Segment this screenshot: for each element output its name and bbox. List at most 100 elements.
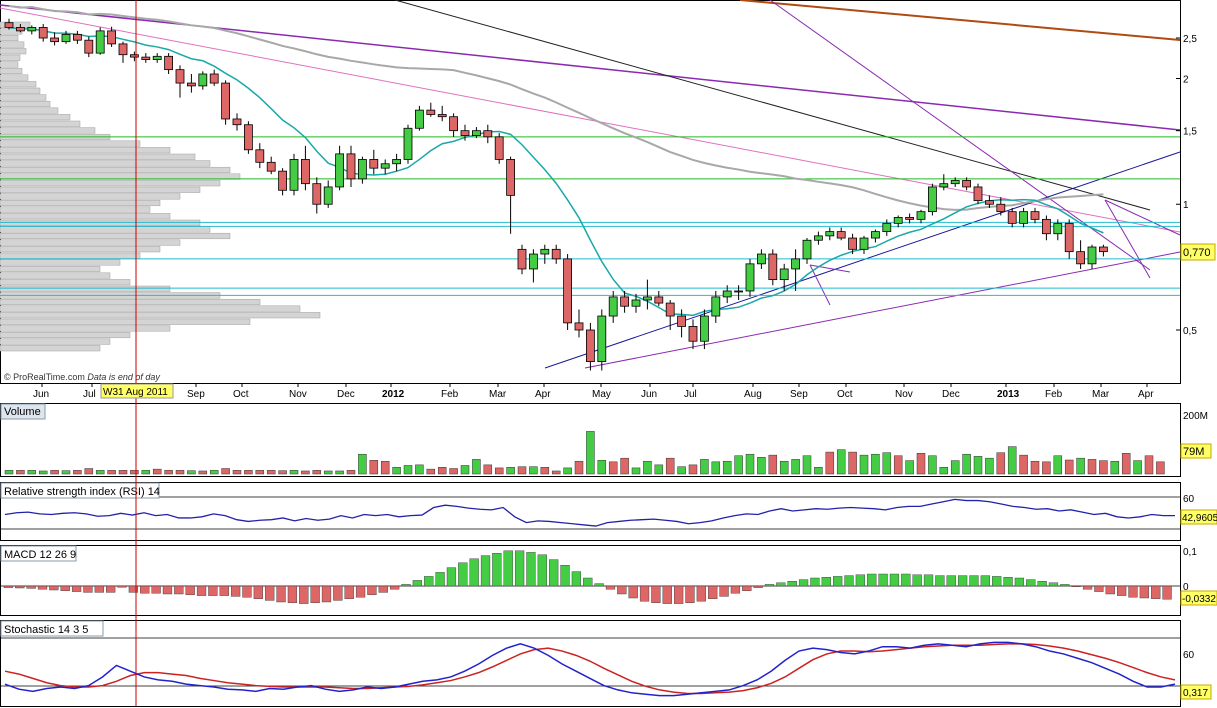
volume-axis-tick: 200M xyxy=(1183,411,1208,422)
candle-body xyxy=(1007,211,1017,224)
last-price-label: 0,770 xyxy=(1183,247,1211,259)
candle-body xyxy=(323,186,333,205)
volume-bar xyxy=(16,470,25,475)
candle-body xyxy=(928,186,937,213)
candle-body xyxy=(802,239,812,260)
macd-bar xyxy=(1128,585,1138,598)
volume-panel: Volume 200M 79M xyxy=(0,403,1212,477)
candle-body xyxy=(221,82,231,120)
rsi-title-name: Relative strength index (RSI) xyxy=(4,486,145,498)
volume-bar xyxy=(403,465,413,475)
volume-profile-bar xyxy=(0,331,131,339)
macd-bar xyxy=(446,567,457,587)
macd-bar xyxy=(469,558,479,587)
volume-profile-bar xyxy=(0,345,101,352)
volume-profile-bar xyxy=(0,312,321,319)
macd-bar xyxy=(37,585,48,590)
candle-body xyxy=(905,217,914,220)
volume-profile-bar xyxy=(0,107,59,114)
macd-bar xyxy=(651,585,661,603)
volume-bar xyxy=(563,467,572,475)
volume-profile-bar xyxy=(0,259,121,266)
macd-panel: MACD 12 26 9 0,1 0 -0,0332 xyxy=(0,545,1217,616)
volume-profile-bar xyxy=(0,100,51,108)
macd-bar xyxy=(412,580,422,587)
volume-bar xyxy=(1042,461,1051,475)
volume-bar xyxy=(392,467,401,475)
volume-profile-bar xyxy=(0,34,19,42)
candle-body xyxy=(61,34,71,43)
volume-profile-bar xyxy=(0,252,141,259)
volume-profile-bar xyxy=(0,61,19,68)
macd-bar xyxy=(424,576,434,587)
volume-profile-bar xyxy=(0,54,21,61)
candle-body xyxy=(711,296,721,317)
macd-bar xyxy=(946,575,956,587)
volume-bar xyxy=(643,460,652,475)
volume-title: Volume xyxy=(4,406,41,418)
watermark: © ProRealTime.com Data is end of day xyxy=(4,372,160,382)
watermark-text: © ProRealTime.com xyxy=(4,372,85,382)
volume-bar xyxy=(1144,455,1154,475)
macd-bar xyxy=(162,585,173,595)
volume-bar xyxy=(597,460,607,475)
candle-body xyxy=(255,149,265,163)
macd-bar xyxy=(242,585,252,598)
stochastic-axis-tick: 60 xyxy=(1183,650,1195,661)
volume-bar xyxy=(574,460,584,475)
macd-bar xyxy=(1048,582,1059,587)
candle-body xyxy=(278,170,288,191)
volume-bar xyxy=(905,460,914,475)
macd-bar xyxy=(537,554,547,587)
macd-bar xyxy=(276,585,286,603)
macd-bar xyxy=(117,585,127,588)
macd-bar xyxy=(810,577,820,587)
candle-body xyxy=(209,73,219,84)
macd-bar xyxy=(583,577,593,587)
candle-body xyxy=(357,159,367,180)
macd-bar xyxy=(821,577,831,587)
time-tick-label: 2012 xyxy=(382,389,405,400)
macd-bar xyxy=(662,585,672,604)
price-tick-label: 0,5 xyxy=(1183,326,1197,337)
macd-bar xyxy=(458,562,468,587)
volume-bar xyxy=(859,454,869,475)
macd-bar xyxy=(1117,585,1127,596)
volume-bar xyxy=(665,457,675,475)
volume-profile-bar xyxy=(0,120,81,127)
volume-bar xyxy=(529,466,538,475)
price-panel: 2,5 2 1,5 1 0,5 0,770 © ProRealTime.com Data… xyxy=(0,0,1216,384)
candle-body xyxy=(791,258,800,270)
macd-bar xyxy=(867,573,877,587)
macd-bar xyxy=(1094,585,1104,592)
candle-body xyxy=(779,268,789,281)
macd-bar xyxy=(310,585,320,603)
macd-bar xyxy=(1071,585,1081,588)
candle-body xyxy=(620,296,629,307)
chart-svg: 2,5 2 1,5 1 0,5 0,770 © ProRealTime.com Data… xyxy=(0,0,1217,707)
volume-bar xyxy=(848,451,857,475)
time-tick-label: Jul xyxy=(83,389,96,400)
volume-profile-bar xyxy=(0,140,141,147)
candle-body xyxy=(996,203,1006,213)
candle-body xyxy=(186,82,196,87)
macd-bar xyxy=(526,552,536,587)
candle-body xyxy=(1076,251,1085,265)
volume-bar xyxy=(209,470,219,475)
candle-body xyxy=(848,237,857,250)
volume-bar xyxy=(198,470,208,475)
macd-bar xyxy=(106,585,116,593)
macd-bar xyxy=(855,574,866,587)
candle-body xyxy=(164,55,174,71)
volume-bar xyxy=(757,457,766,475)
macd-bar xyxy=(344,585,354,600)
candle-body xyxy=(1087,246,1097,265)
volume-profile-bar xyxy=(0,239,181,246)
volume-profile-bar xyxy=(0,41,25,48)
volume-bar xyxy=(985,457,994,475)
time-tick-label: May xyxy=(592,389,611,400)
macd-bar xyxy=(355,585,366,598)
volume-bar xyxy=(118,470,128,475)
volume-profile-bar xyxy=(0,325,171,332)
macd-bar xyxy=(60,585,70,592)
